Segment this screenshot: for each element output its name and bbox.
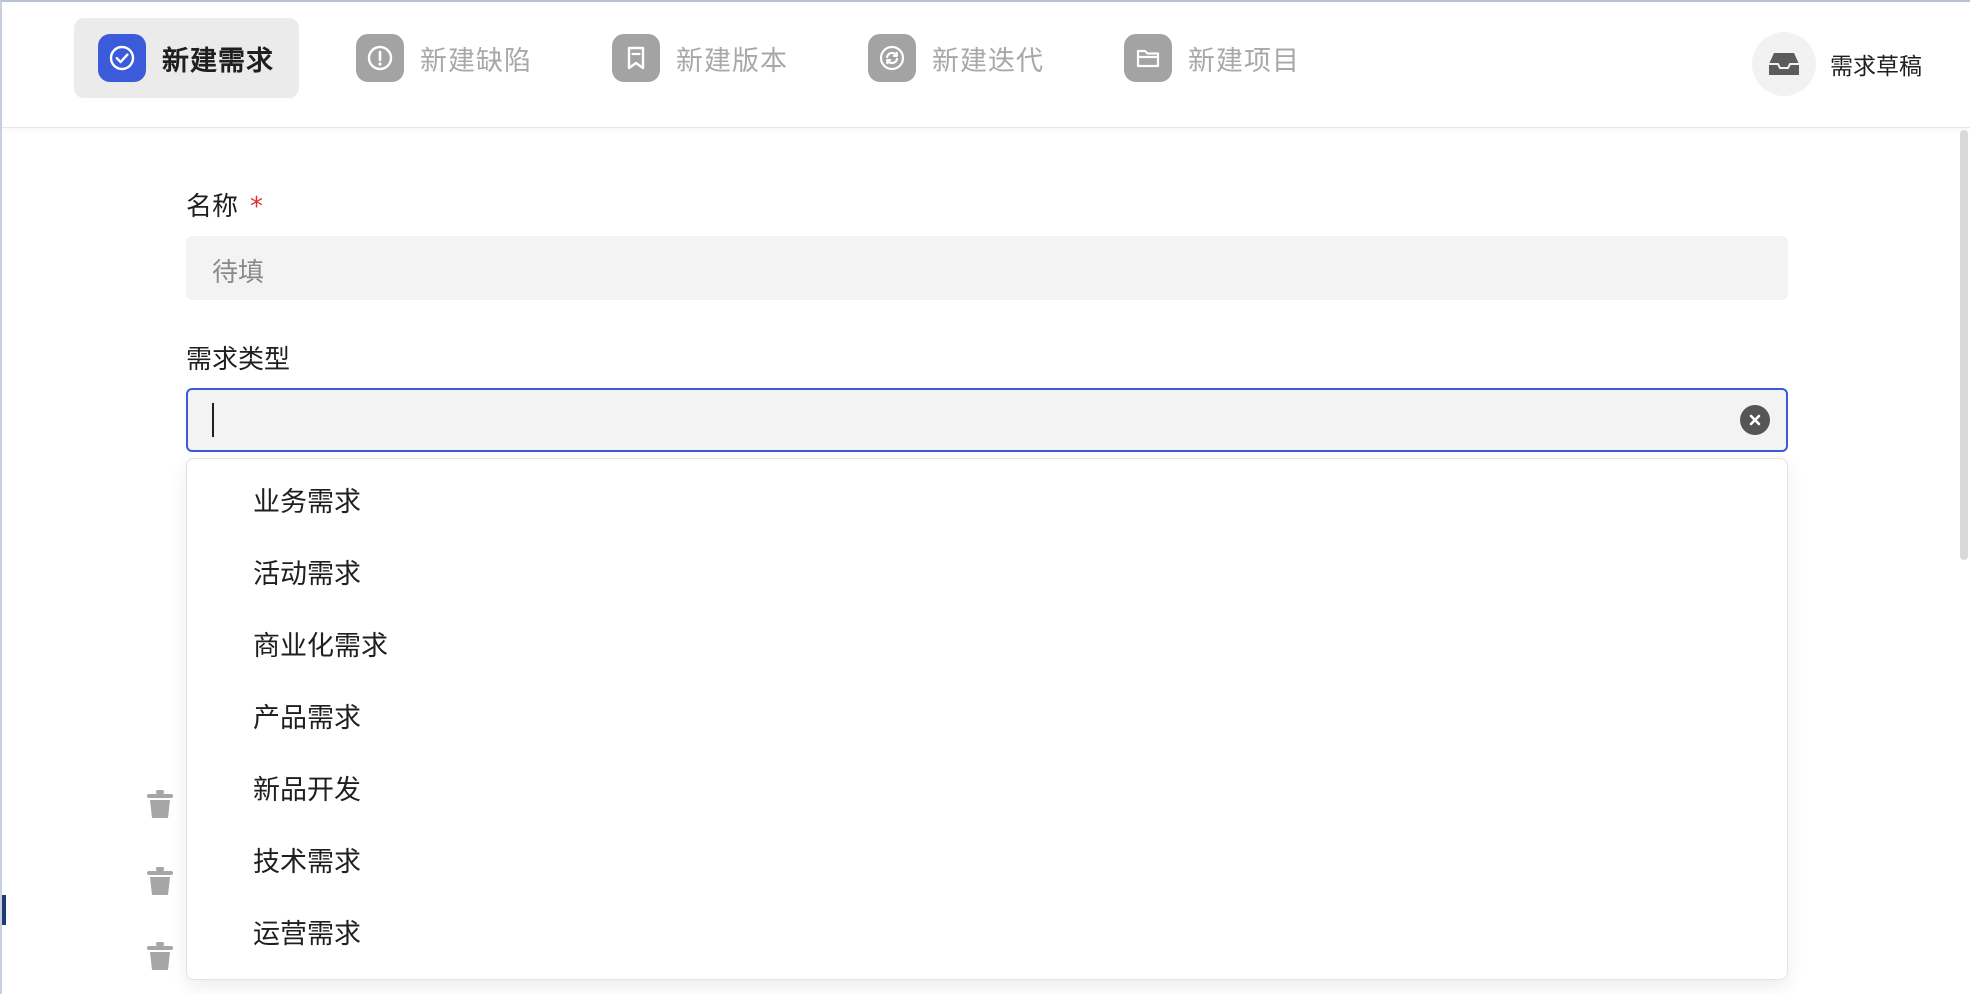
- vertical-scrollbar[interactable]: [1960, 130, 1968, 560]
- tab-new-project[interactable]: 新建项目: [1100, 18, 1325, 98]
- trash-icon[interactable]: [146, 789, 174, 819]
- requirement-type-dropdown: 业务需求 活动需求 商业化需求 产品需求 新品开发 技术需求 运营需求: [186, 458, 1788, 980]
- dropdown-option[interactable]: 技术需求: [187, 827, 1787, 899]
- tab-label: 新建缺陷: [420, 45, 532, 77]
- required-mark: *: [250, 192, 264, 222]
- name-field-label: 名称 *: [186, 186, 263, 223]
- requirement-type-select[interactable]: [186, 388, 1788, 452]
- dropdown-option[interactable]: 产品需求: [187, 683, 1787, 755]
- dropdown-option[interactable]: 业务需求: [187, 467, 1787, 539]
- tab-new-requirement[interactable]: 新建需求: [74, 18, 299, 98]
- exclamation-circle-icon: [356, 34, 404, 82]
- check-circle-icon: [98, 34, 146, 82]
- name-input[interactable]: 待填: [186, 236, 1788, 300]
- page: 新建需求 新建缺陷 新建版本 新建迭代 新建项目 需求草稿 名称 * 待填 需求…: [0, 0, 1970, 994]
- name-label-text: 名称: [186, 192, 239, 222]
- tab-new-iteration[interactable]: 新建迭代: [844, 18, 1069, 98]
- inbox-icon: [1752, 32, 1816, 96]
- tab-new-version[interactable]: 新建版本: [588, 18, 813, 98]
- draft-label: 需求草稿: [1830, 54, 1922, 80]
- clear-icon[interactable]: [1740, 405, 1770, 435]
- refresh-icon: [868, 34, 916, 82]
- tab-label: 新建需求: [162, 45, 274, 77]
- trash-icon[interactable]: [146, 866, 174, 896]
- bookmark-icon: [612, 34, 660, 82]
- tab-label: 新建版本: [676, 45, 788, 77]
- draft-button[interactable]: 需求草稿: [1752, 32, 1922, 96]
- trash-icon[interactable]: [146, 941, 174, 971]
- dropdown-option[interactable]: 活动需求: [187, 539, 1787, 611]
- dropdown-option[interactable]: 新品开发: [187, 755, 1787, 827]
- tab-label: 新建项目: [1188, 45, 1300, 77]
- edge-strip: [2, 895, 6, 925]
- tab-label: 新建迭代: [932, 45, 1044, 77]
- name-input-placeholder: 待填: [212, 258, 265, 288]
- top-tab-bar: 新建需求 新建缺陷 新建版本 新建迭代 新建项目 需求草稿: [2, 2, 1970, 128]
- dropdown-option[interactable]: 运营需求: [187, 899, 1787, 971]
- folder-icon: [1124, 34, 1172, 82]
- type-field-label: 需求类型: [186, 345, 291, 375]
- text-caret: [212, 403, 214, 437]
- tab-new-defect[interactable]: 新建缺陷: [332, 18, 557, 98]
- dropdown-option[interactable]: 商业化需求: [187, 611, 1787, 683]
